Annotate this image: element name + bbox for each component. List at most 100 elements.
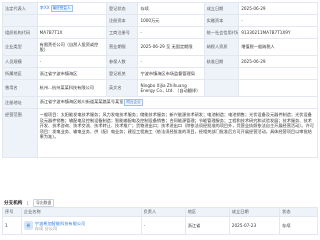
info-value-text: 宁波市镇海区市场监督管理局 [140,70,195,76]
info-value: 91330211MA7B7T1X9Y [238,26,318,39]
info-label: 法定代表人 [2,2,38,15]
branch-person: - [140,216,186,235]
info-label: 参保人数 [105,55,139,68]
branch-name-cell: 希宁波希加智能科技有限公司 存续 分公司 [20,216,142,235]
info-label: 纳税人资质 [203,38,240,56]
info-label: 成立日期 [203,2,240,15]
info-body: 法定代表人 李XX 最终受益人 登记状态 存续 成立日期 2025-06-29 注册资本 100… [2,2,319,158]
branch-sub: 存续 分公司 [34,225,58,231]
info-value [238,79,318,97]
info-label: 统一社会信用代码 [203,26,240,39]
branches-body: 序号 企业名称 负责人 地区 成立日期 状态 1 希宁波希加智能科技有限公司 存续 分公司 - 浙江… [2,207,318,235]
column-header: 地区 [184,207,230,217]
info-value: 浙江省宁波市镇海区 [36,67,107,80]
branches-head-row: 序号 企业名称 负责人 地区 成立日期 状态 [2,207,318,217]
column-header: 序号 [2,207,22,217]
info-value-text: Ningbo XiJia Zhihuang Energy Co., Ltd. （… [140,82,201,93]
info-label: 所属地区 [2,67,38,80]
row-index: 1 [2,216,22,235]
branch-area: 浙江省 [184,216,230,235]
info-row: 组织机构代码 MA7B7T1X 工商注册号 - 统一社会信用代码 91330211MA7B… [2,26,318,39]
info-label: 注册资本 [105,14,139,27]
info-label: 工商注册号 [105,26,139,39]
info-value-text: 增值税一般纳税人 [241,44,275,50]
info-row: 企业类型 有限责任公司（自然人投资或控股） 营业期限 2025-06-29 至 无固定… [2,38,318,56]
info-label: 人员规模 [2,55,38,68]
info-value-text: MA7B7T1X [39,30,63,35]
branch-name-wrap: 宁波希加智能科技有限公司 存续 分公司 [35,221,85,231]
info-value: 增值税一般纳税人 [238,38,318,56]
column-header: 成立日期 [228,207,281,217]
info-row: 所属地区 浙江省宁波市镇海区 登记机关 宁波市镇海区市场监督管理局 [2,67,318,80]
info-value-text: 浙江省宁波市镇海区 [39,70,78,76]
scope-row: 经营范围 一般项目：太阳能发电技术服务；风力发电技术服务；储能技术服务；新兴能源技… [2,108,319,158]
info-value-text: 2025-06-29 [241,59,266,64]
address-label: 注册地址 [2,96,38,109]
branches-header: 分支机构 1 导出数据 [4,199,55,207]
info-value-text: - [140,30,142,35]
info-value: 2025-06-29 [238,55,318,68]
info-value [36,14,107,27]
branch-date: 2025-07-23 [228,216,281,235]
info-value-text: - [39,59,42,64]
nearby-tag[interactable]: 附近企业 [124,99,143,106]
company-info-table: 法定代表人 李XX 最终受益人 登记状态 存续 成立日期 2025-06-29 注册资本 100… [2,2,319,158]
info-value: - [238,14,318,27]
branch-status: 存续 [279,216,318,235]
info-value [238,67,318,80]
info-value: 宁波市镇海区市场监督管理局 [137,67,205,80]
address-row: 注册地址 浙江省宁波市镇海区蛟川街道某某路某号某室 附近企业 [2,96,319,109]
branches-count: 1 [26,200,30,206]
info-value: Ningbo XiJia Zhihuang Energy Co., Ltd. （… [137,79,205,97]
info-value-text[interactable]: 李XX [40,5,50,10]
info-label: 核准日期 [203,55,240,68]
company-logo: 希 [23,221,33,230]
info-label [203,79,240,97]
info-label: 企业类型 [2,38,38,56]
info-value: 有限责任公司（自然人投资或控股） [36,38,107,56]
info-label: 营业期限 [105,38,139,56]
address-value: 浙江省宁波市镇海区蛟川街道某某路某号某室 附近企业 [36,96,319,109]
scope-label: 经营范围 [2,108,38,158]
info-value: 李XX 最终受益人 [36,2,107,15]
beneficiary-tag[interactable]: 最终受益人 [50,5,73,12]
info-label [203,67,240,80]
info-row: 法定代表人 李XX 最终受益人 登记状态 存续 成立日期 2025-06-29 [2,2,318,15]
info-value-text: 有限责任公司（自然人投资或控股） [39,41,99,52]
info-value: - [137,26,205,39]
info-row: 注册资本 1000万元 实缴资本 - [2,14,318,27]
column-header: 负责人 [140,207,186,217]
info-value: 2025-06-29 [238,2,318,15]
info-value-text: 2025-06-29 至 无固定期限 [140,44,193,50]
branches-title: 分支机构 [4,201,23,206]
info-value-text: 存续 [140,5,149,11]
info-value-text: 91330211MA7B7T1X9Y [241,30,291,35]
info-value: 1000万元 [137,14,205,27]
info-value-text: 1000万元 [140,17,160,23]
info-value-text: - [241,18,243,23]
info-value-text: 2025-06-29 [241,6,266,11]
info-label: 曾用名 [2,79,38,97]
info-value: - [36,55,107,68]
column-header: 企业名称 [20,207,142,217]
info-row: 曾用名 杭州...杭州某某科技有限公司 英文名 Ningbo XiJia Zhihua… [2,79,318,97]
info-row: 人员规模 - 参保人数 - 核准日期 2025-06-29 [2,55,318,68]
info-value: 杭州...杭州某某科技有限公司 [36,79,107,97]
info-label: 登记机关 [105,67,139,80]
info-label: 组织机构代码 [2,26,38,39]
export-button[interactable]: 导出数据 [33,199,55,207]
column-header: 状态 [279,207,318,217]
info-value: 存续 [137,2,205,15]
info-value: MA7B7T1X [36,26,107,39]
info-value-text: 杭州...杭州某某科技有限公司 [39,85,94,91]
info-label: 实缴资本 [203,14,240,27]
info-value: 2025-06-29 至 无固定期限 [137,38,205,56]
info-value: - [137,55,205,68]
info-label [2,14,38,27]
info-value-text: - [140,59,142,64]
table-row[interactable]: 1 希宁波希加智能科技有限公司 存续 分公司 - 浙江省 2025-07-23 存续 [2,216,318,235]
info-label: 登记状态 [105,2,139,15]
branches-table: 序号 企业名称 负责人 地区 成立日期 状态 1 希宁波希加智能科技有限公司 存续 分公司 - 浙江… [2,207,318,235]
address-text: 浙江省宁波市镇海区蛟川街道某某路某号某室 [39,99,124,104]
scope-value: 一般项目：太阳能发电技术服务；风力发电技术服务；储能技术服务；新兴能源技术研发；… [36,108,319,158]
